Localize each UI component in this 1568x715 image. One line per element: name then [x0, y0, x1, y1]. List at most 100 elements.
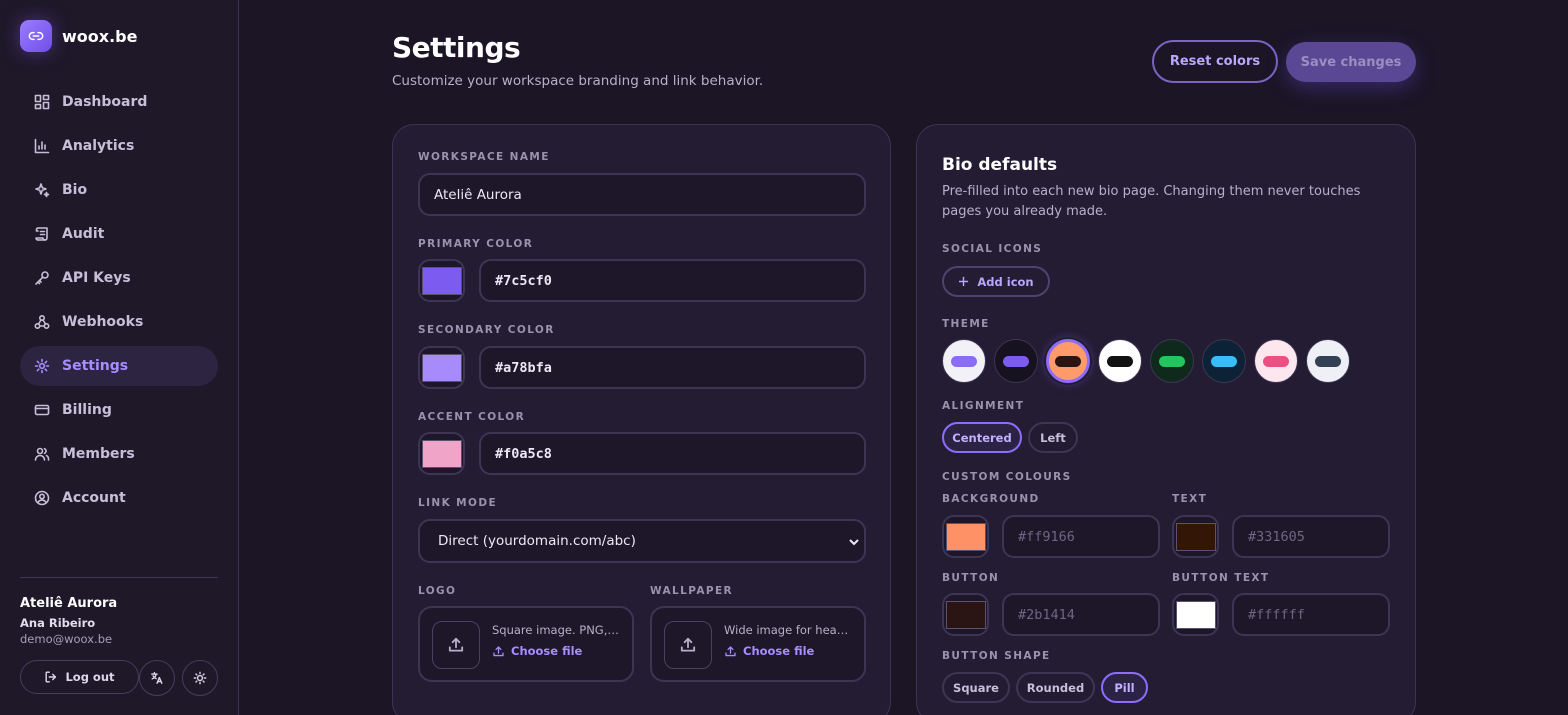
theme-option[interactable]	[1306, 339, 1350, 383]
button-text-color-picker[interactable]	[1172, 593, 1219, 636]
upload-icon	[493, 645, 504, 656]
sidebar-item-bio[interactable]: Bio	[20, 170, 218, 210]
alignment-left-option[interactable]: Left	[1028, 422, 1078, 453]
theme-option[interactable]	[1046, 339, 1090, 383]
sidebar-item-dashboard[interactable]: Dashboard	[20, 82, 218, 122]
theme-option[interactable]	[1202, 339, 1246, 383]
theme-option[interactable]	[1098, 339, 1142, 383]
sidebar: woox.be Dashboard Analytics Bio Audit AP…	[0, 0, 239, 715]
logout-label: Log out	[65, 670, 115, 684]
wallpaper-label: WALLPAPER	[650, 585, 734, 597]
user-name: Ana Ribeiro	[20, 616, 96, 630]
primary-color-picker[interactable]	[418, 259, 465, 302]
save-changes-button[interactable]: Save changes	[1286, 42, 1416, 82]
bio-defaults-description: Pre-filled into each new bio page. Chang…	[942, 184, 1361, 219]
logo-label: LOGO	[418, 585, 457, 597]
chevron-down-icon	[849, 539, 859, 546]
plus-icon	[959, 276, 969, 287]
upload-icon	[664, 621, 712, 669]
alignment-centered-option[interactable]: Centered	[942, 422, 1022, 453]
sidebar-item-label: Account	[62, 490, 126, 506]
add-icon-button[interactable]: Add icon	[942, 266, 1050, 297]
text-color-input[interactable]: #331605	[1232, 515, 1390, 558]
background-color-input[interactable]: #ff9166	[1002, 515, 1160, 558]
shape-rounded-option[interactable]: Rounded	[1016, 672, 1095, 703]
sidebar-item-api-keys[interactable]: API Keys	[20, 258, 218, 298]
shape-square-option[interactable]: Square	[942, 672, 1010, 703]
theme-label: THEME	[942, 318, 990, 330]
logo-choose-file[interactable]: Choose file	[492, 644, 582, 658]
sidebar-item-label: Members	[62, 446, 135, 462]
workspace-name: Ateliê Aurora	[20, 596, 118, 611]
page-subtitle: Customize your workspace branding and li…	[392, 73, 764, 89]
shape-pill-option[interactable]: Pill	[1101, 672, 1148, 703]
choose-file-label: Choose file	[743, 644, 815, 658]
theme-option[interactable]	[994, 339, 1038, 383]
sidebar-item-members[interactable]: Members	[20, 434, 218, 474]
sidebar-item-webhooks[interactable]: Webhooks	[20, 302, 218, 342]
accent-color-label: ACCENT COLOR	[418, 411, 526, 423]
brand[interactable]: woox.be	[20, 20, 137, 52]
translate-icon	[151, 672, 163, 684]
theme-button-preview	[1315, 355, 1341, 367]
link-mode-select[interactable]: Direct (yourdomain.com/abc)	[418, 519, 866, 563]
theme-button-preview	[1055, 355, 1081, 367]
logout-button[interactable]: Log out	[20, 660, 139, 694]
upload-icon	[432, 621, 480, 669]
workspace-name-input[interactable]: Ateliê Aurora	[418, 173, 866, 216]
reset-colors-button[interactable]: Reset colors	[1152, 40, 1278, 83]
accent-color-swatch	[421, 439, 462, 468]
language-button[interactable]	[139, 660, 175, 696]
alignment-label: ALIGNMENT	[942, 400, 1025, 412]
theme-option[interactable]	[942, 339, 986, 383]
button-color-swatch	[945, 600, 986, 629]
theme-button-preview	[1107, 355, 1133, 367]
upload-icon	[725, 645, 736, 656]
link-icon	[20, 20, 52, 52]
text-color-picker[interactable]	[1172, 515, 1219, 558]
primary-color-input[interactable]: #7c5cf0	[479, 259, 866, 302]
theme-option[interactable]	[1150, 339, 1194, 383]
users-icon	[34, 447, 50, 461]
theme-button-preview	[951, 355, 977, 367]
wallpaper-choose-file[interactable]: Choose file	[724, 644, 814, 658]
bar-chart-icon	[34, 138, 50, 154]
link-mode-value: Direct (yourdomain.com/abc)	[438, 533, 636, 549]
sidebar-item-label: API Keys	[62, 270, 131, 286]
background-color-picker[interactable]	[942, 515, 989, 558]
button-text-color-swatch	[1175, 600, 1216, 629]
secondary-color-picker[interactable]	[418, 346, 465, 389]
accent-color-input[interactable]: #f0a5c8	[479, 432, 866, 475]
sidebar-item-label: Dashboard	[62, 94, 148, 110]
sidebar-item-analytics[interactable]: Analytics	[20, 126, 218, 166]
secondary-color-swatch	[421, 353, 462, 382]
logout-icon	[45, 671, 57, 683]
sidebar-divider	[20, 577, 218, 578]
credit-card-icon	[34, 404, 50, 416]
primary-color-swatch	[421, 266, 462, 295]
link-mode-label: LINK MODE	[418, 497, 498, 509]
secondary-color-input[interactable]: #a78bfa	[479, 346, 866, 389]
secondary-color-label: SECONDARY COLOR	[418, 324, 555, 336]
wallpaper-upload[interactable]: Wide image for header background. Choose…	[650, 606, 866, 682]
choose-file-label: Choose file	[511, 644, 583, 658]
gear-icon	[34, 358, 50, 374]
brand-name: woox.be	[62, 26, 138, 46]
theme-option[interactable]	[1254, 339, 1298, 383]
sidebar-item-audit[interactable]: Audit	[20, 214, 218, 254]
button-color-label: BUTTON	[942, 572, 1000, 584]
sidebar-item-billing[interactable]: Billing	[20, 390, 218, 430]
button-color-input[interactable]: #2b1414	[1002, 593, 1160, 636]
logo-upload[interactable]: Square image. PNG, JPG or SVG. Choose fi…	[418, 606, 634, 682]
accent-color-picker[interactable]	[418, 432, 465, 475]
text-color-swatch	[1175, 522, 1216, 551]
button-color-picker[interactable]	[942, 593, 989, 636]
button-shape-label: BUTTON SHAPE	[942, 650, 1051, 662]
sidebar-item-settings[interactable]: Settings	[20, 346, 218, 386]
theme-toggle-button[interactable]	[182, 660, 218, 696]
button-text-color-input[interactable]: #ffffff	[1232, 593, 1390, 636]
sidebar-item-account[interactable]: Account	[20, 478, 218, 518]
sidebar-item-label: Billing	[62, 402, 112, 418]
sun-icon	[193, 671, 207, 685]
scroll-icon	[35, 227, 48, 241]
